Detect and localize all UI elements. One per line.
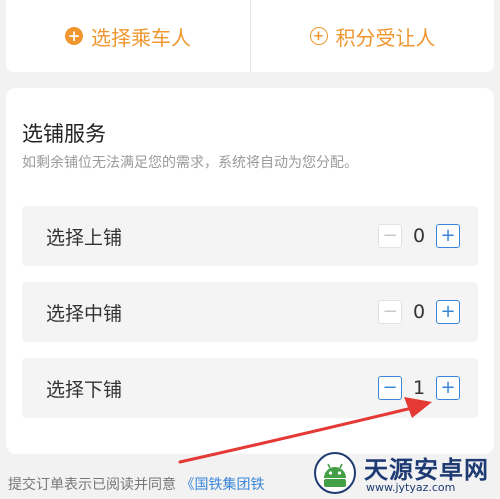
middle-increment-button[interactable]: +	[436, 300, 460, 324]
site-watermark: 天源安卓网 www.jytyaz.com	[312, 448, 500, 499]
middle-decrement-button[interactable]: −	[378, 300, 402, 324]
upper-count: 0	[412, 225, 426, 247]
lower-berth-stepper: − 1 +	[378, 374, 460, 402]
berth-service-card: 选铺服务 如剩余铺位无法满足您的需求，系统将自动为您分配。 选择上铺 − 0 +…	[6, 88, 494, 454]
agreement-text: 提交订单表示已阅读并同意	[8, 477, 176, 493]
points-transferee-label: 积分受让人	[335, 25, 436, 50]
passenger-actions-card: + 选择乘车人 + 积分受让人	[6, 0, 494, 72]
berth-label: 选择中铺	[46, 303, 123, 325]
plus-circle-outline-icon: +	[309, 27, 328, 45]
section-description: 如剩余铺位无法满足您的需求，系统将自动为您分配。	[22, 155, 358, 171]
select-passenger-label: 选择乘车人	[91, 25, 191, 50]
watermark-url: www.jytyaz.com	[366, 481, 456, 494]
points-transferee-button[interactable]: + 积分受让人	[251, 14, 494, 58]
berth-row-middle: 选择中铺 − 0 +	[22, 282, 478, 342]
lower-increment-button[interactable]: +	[436, 376, 460, 400]
section-title: 选铺服务	[22, 122, 106, 146]
agreement-link[interactable]: 《国铁集团铁	[180, 477, 264, 493]
upper-decrement-button[interactable]: −	[378, 224, 402, 248]
select-passenger-button[interactable]: + 选择乘车人	[6, 14, 250, 58]
plus-circle-filled-icon: +	[65, 27, 83, 45]
berth-label: 选择下铺	[46, 379, 123, 401]
watermark-title: 天源安卓网	[364, 456, 489, 484]
lower-count: 1	[412, 377, 426, 399]
lower-decrement-button[interactable]: −	[378, 376, 402, 400]
agreement-footer: 提交订单表示已阅读并同意 《国铁集团铁	[8, 474, 264, 494]
middle-count: 0	[412, 301, 426, 323]
berth-row-lower: 选择下铺 − 1 +	[22, 358, 478, 418]
upper-increment-button[interactable]: +	[436, 224, 460, 248]
upper-berth-stepper: − 0 +	[378, 222, 460, 250]
berth-row-upper: 选择上铺 − 0 +	[22, 206, 478, 266]
berth-label: 选择上铺	[46, 227, 123, 249]
android-logo-icon	[314, 452, 356, 494]
middle-berth-stepper: − 0 +	[378, 298, 460, 326]
